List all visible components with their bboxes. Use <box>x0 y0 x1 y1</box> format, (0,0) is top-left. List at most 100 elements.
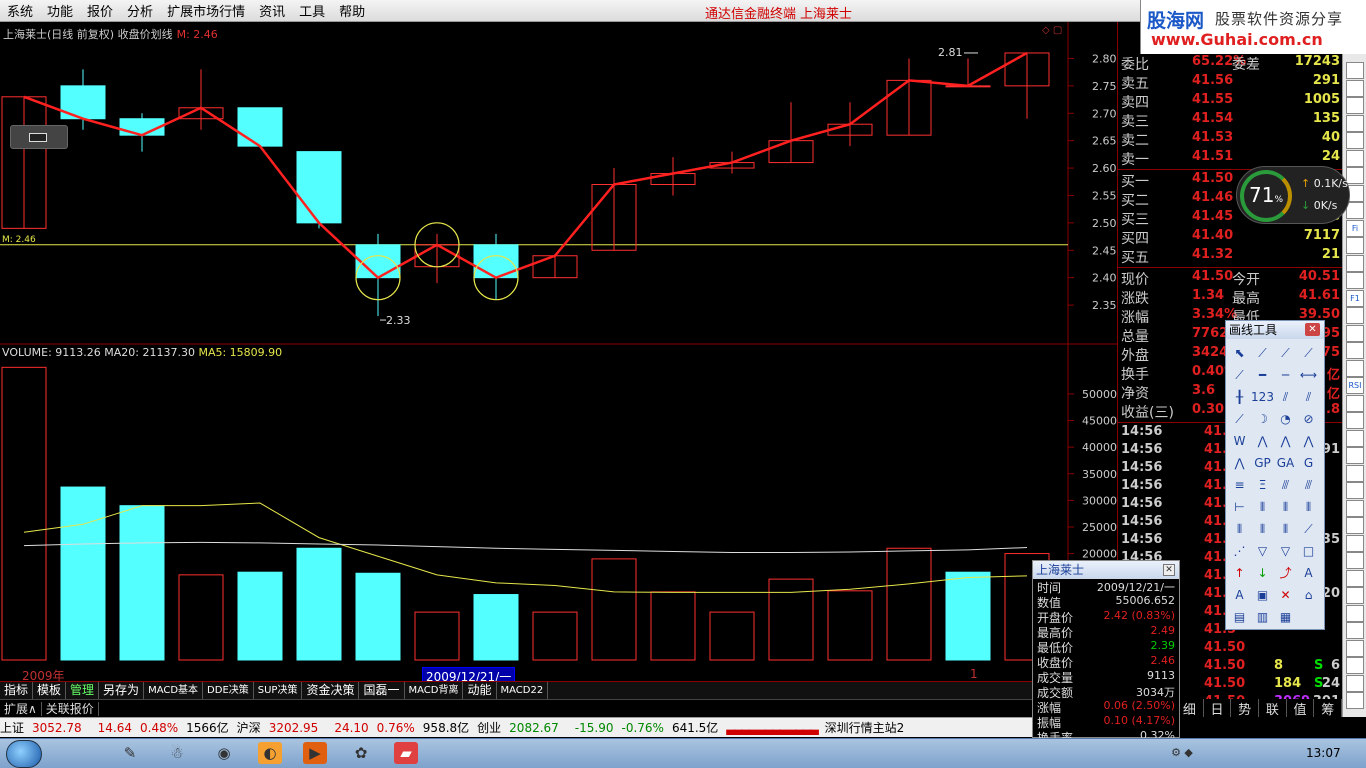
candle[interactable] <box>296 151 342 224</box>
draw-tool-icon[interactable]: ▦ <box>1274 606 1297 628</box>
draw-tool-icon[interactable]: ⋰ <box>1228 540 1251 562</box>
keyboard-toggle[interactable] <box>10 125 68 149</box>
draw-tool-icon[interactable]: ⟋ <box>1251 342 1274 364</box>
draw-tool-icon[interactable]: ⊢ <box>1228 496 1251 518</box>
side-tool-button[interactable] <box>1346 482 1364 499</box>
draw-tool-icon[interactable]: □ <box>1297 540 1320 562</box>
draw-tool-icon[interactable]: ⟋ <box>1228 408 1251 430</box>
draw-tool-icon[interactable]: ⋀ <box>1228 452 1251 474</box>
indicator-tab[interactable]: DDE决策 <box>203 682 254 699</box>
side-tool-button[interactable] <box>1346 569 1364 587</box>
draw-tool-icon[interactable]: ↓ <box>1251 562 1274 584</box>
volume-bar[interactable] <box>886 547 932 661</box>
side-tool-button[interactable] <box>1346 499 1364 517</box>
quote-tab[interactable]: 细 <box>1176 699 1204 718</box>
draw-tool-icon[interactable]: ▽ <box>1274 540 1297 562</box>
volume-bar[interactable] <box>827 590 873 661</box>
side-tool-button[interactable] <box>1346 79 1364 97</box>
side-tool-button[interactable] <box>1346 97 1364 114</box>
network-speed-widget[interactable]: 71% ↑ 0.1K/s ↓ 0K/s <box>1236 166 1350 224</box>
draw-tool-icon[interactable]: W <box>1228 430 1251 452</box>
draw-tool-icon[interactable]: ⬉ <box>1228 342 1251 364</box>
side-tool-button[interactable] <box>1346 132 1364 149</box>
draw-tool-icon[interactable]: ⦀ <box>1274 518 1297 540</box>
draw-tool-icon[interactable]: G <box>1297 452 1320 474</box>
side-tool-button[interactable] <box>1346 237 1364 254</box>
candle[interactable] <box>237 107 283 147</box>
menu-item[interactable]: 系统 <box>0 1 40 20</box>
indicator-tab[interactable]: 国磊一 <box>359 682 405 699</box>
side-tool-button[interactable]: Fi <box>1346 219 1364 237</box>
close-icon[interactable]: ✕ <box>1163 564 1175 576</box>
draw-tool-icon[interactable]: ⤴ <box>1274 562 1297 584</box>
indicator-tab[interactable]: 指标 <box>0 682 34 699</box>
draw-tool-icon[interactable]: A <box>1297 562 1320 584</box>
draw-tool-icon[interactable]: ━ <box>1251 364 1274 386</box>
side-tool-button[interactable] <box>1346 674 1364 692</box>
indicator-tab[interactable]: MACD背离 <box>405 682 464 699</box>
draw-tool-icon[interactable]: ⦀ <box>1297 496 1320 518</box>
volume-bar[interactable] <box>414 611 460 661</box>
indicator-tab[interactable]: 模板 <box>33 682 67 699</box>
side-tool-button[interactable]: RSI <box>1346 377 1364 394</box>
ext-tab[interactable]: 关联报价 <box>41 702 99 716</box>
side-tool-button[interactable] <box>1346 202 1364 219</box>
draw-tool-icon[interactable]: ─ <box>1274 364 1297 386</box>
draw-tool-icon[interactable]: ▤ <box>1228 606 1251 628</box>
draw-tool-icon[interactable]: ⋀ <box>1297 430 1320 452</box>
tooltip-titlebar[interactable]: 上海莱士 ✕ <box>1033 561 1179 579</box>
indicator-tab[interactable]: MACD基本 <box>144 682 204 699</box>
film-icon[interactable]: ✿ <box>349 742 373 764</box>
panel-corner-icons[interactable]: ◇ ▢ <box>1042 25 1062 36</box>
side-tool-button[interactable] <box>1346 657 1364 674</box>
draw-tool-icon[interactable]: ↑ <box>1228 562 1251 584</box>
draw-tool-icon[interactable]: ⟋ <box>1274 342 1297 364</box>
side-tool-button[interactable] <box>1346 412 1364 429</box>
side-tool-button[interactable] <box>1346 639 1364 657</box>
quote-tab[interactable]: 势 <box>1231 699 1260 718</box>
quote-tab[interactable]: 联 <box>1259 699 1287 718</box>
volume-bar[interactable] <box>532 611 578 661</box>
menu-item[interactable]: 资讯 <box>252 1 292 20</box>
draw-tool-icon[interactable]: ✕ <box>1274 584 1297 606</box>
draw-tool-icon[interactable]: ☽ <box>1251 408 1274 430</box>
draw-tool-icon[interactable]: ╂ <box>1228 386 1251 408</box>
menu-item[interactable]: 报价 <box>80 1 120 20</box>
ask-row[interactable]: 卖四 41.55 1005 <box>1118 92 1342 111</box>
ask-row[interactable]: 卖五 41.56 291 <box>1118 73 1342 92</box>
sz-index[interactable]: 沪深 3202.95 <box>237 719 327 736</box>
draw-tool-icon[interactable]: ⫽ <box>1297 386 1320 408</box>
bid-row[interactable]: 买四 41.40 7117 <box>1118 228 1342 247</box>
side-tool-button[interactable] <box>1346 394 1364 412</box>
indicator-tab[interactable]: MACD22 <box>497 682 549 699</box>
player-icon[interactable]: ▶ <box>303 742 327 764</box>
side-tool-button[interactable] <box>1346 464 1364 482</box>
menu-item[interactable]: 工具 <box>292 1 332 20</box>
draw-tool-icon[interactable]: Ξ <box>1251 474 1274 496</box>
draw-tool-icon[interactable]: ⫻ <box>1274 474 1297 496</box>
side-tool-button[interactable] <box>1346 114 1364 132</box>
draw-tool-icon[interactable]: GA <box>1274 452 1297 474</box>
app-icon[interactable]: ◉ <box>212 742 236 764</box>
browser-icon[interactable]: ◐ <box>258 742 282 764</box>
pen-icon[interactable]: ✎ <box>118 742 142 764</box>
volume-bar[interactable] <box>119 505 165 661</box>
draw-tool-icon[interactable]: ⟋ <box>1228 364 1251 386</box>
draw-tool-icon[interactable]: ⋀ <box>1274 430 1297 452</box>
draw-tool-icon[interactable]: ⟋ <box>1297 342 1320 364</box>
close-icon[interactable]: ✕ <box>1305 323 1320 336</box>
volume-bar[interactable] <box>650 591 696 661</box>
quote-tab[interactable]: 日 <box>1204 699 1232 718</box>
tray-icons[interactable]: ⚙ ◆ ▣ ♪ <box>1170 742 1194 764</box>
side-tool-button[interactable] <box>1346 167 1364 184</box>
draw-tool-icon[interactable]: ⊘ <box>1297 408 1320 430</box>
menu-item[interactable]: 功能 <box>40 1 80 20</box>
side-tool-button[interactable] <box>1346 604 1364 622</box>
volume-bar[interactable] <box>296 547 342 661</box>
draw-tool-icon[interactable]: ⦀ <box>1228 518 1251 540</box>
draw-tool-icon[interactable]: ⫻ <box>1297 474 1320 496</box>
side-tool-button[interactable] <box>1346 429 1364 447</box>
quote-tab[interactable]: 筹 <box>1314 699 1343 718</box>
indicator-tab[interactable]: SUP决策 <box>254 682 303 699</box>
tdx-icon[interactable]: ▰ <box>394 742 418 764</box>
